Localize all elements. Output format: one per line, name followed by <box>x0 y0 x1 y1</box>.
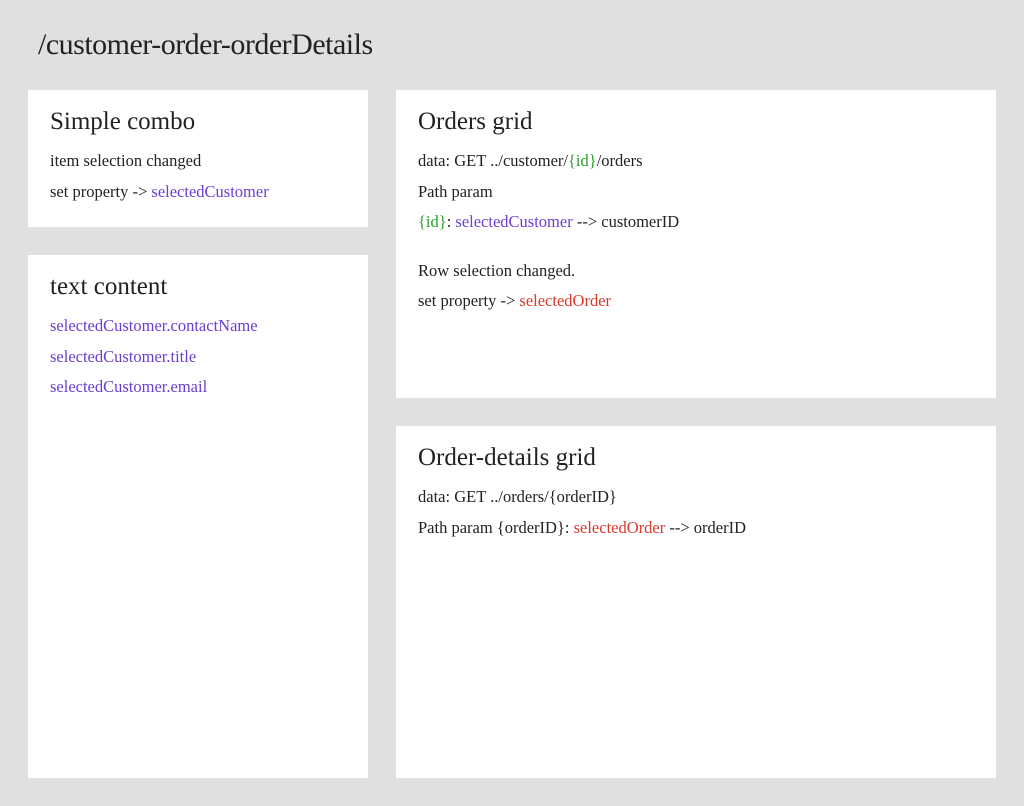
orders-grid-card: Orders grid data: GET ../customer/{id}/o… <box>396 90 996 398</box>
text-content-card: text content selectedCustomer.contactNam… <box>28 255 368 778</box>
orders-pp-id: {id} <box>418 212 447 231</box>
orders-path-param-label: Path param <box>418 177 974 208</box>
orders-path-param-line: {id}: selectedCustomer --> customerID <box>418 207 974 238</box>
details-pp-red: selectedOrder <box>574 518 666 537</box>
orders-rowsel-line: Row selection changed. <box>418 256 974 287</box>
simple-combo-heading: Simple combo <box>50 108 346 136</box>
simple-combo-line1: item selection changed <box>50 146 346 177</box>
order-details-grid-card: Order-details grid data: GET ../orders/{… <box>396 426 996 778</box>
simple-combo-line2-prefix: set property -> <box>50 182 151 201</box>
details-data-line: data: GET ../orders/{orderID} <box>418 482 974 513</box>
orders-grid-heading: Orders grid <box>418 108 974 136</box>
orders-id-token: {id} <box>568 151 597 170</box>
right-column: Orders grid data: GET ../customer/{id}/o… <box>396 90 996 778</box>
left-column: Simple combo item selection changed set … <box>28 90 368 778</box>
orders-setprop-prefix: set property -> <box>418 291 519 310</box>
orders-data-label: data: <box>418 151 454 170</box>
orders-data-suffix: /orders <box>597 151 643 170</box>
orders-pp-arrow: --> customerID <box>573 212 679 231</box>
selected-order-token: selectedOrder <box>519 291 611 310</box>
simple-combo-line2: set property -> selectedCustomer <box>50 177 346 208</box>
orders-setprop-line: set property -> selectedOrder <box>418 286 974 317</box>
diagram-grid: Simple combo item selection changed set … <box>28 90 996 778</box>
text-content-line-0: selectedCustomer.contactName <box>50 311 346 342</box>
order-details-heading: Order-details grid <box>418 444 974 472</box>
details-pp-prefix: Path param {orderID}: <box>418 518 574 537</box>
details-data-label: data: <box>418 487 454 506</box>
orders-pp-purple: selectedCustomer <box>455 212 572 231</box>
selected-customer-token: selectedCustomer <box>151 182 268 201</box>
details-pp-arrow: --> orderID <box>665 518 746 537</box>
page-title: /customer-order-orderDetails <box>38 28 996 62</box>
orders-data-line: data: GET ../customer/{id}/orders <box>418 146 974 177</box>
simple-combo-card: Simple combo item selection changed set … <box>28 90 368 227</box>
text-content-line-1: selectedCustomer.title <box>50 342 346 373</box>
text-content-line-2: selectedCustomer.email <box>50 372 346 403</box>
details-path-param-line: Path param {orderID}: selectedOrder --> … <box>418 513 974 544</box>
text-content-heading: text content <box>50 273 346 301</box>
orders-gap <box>418 238 974 256</box>
orders-data-prefix: GET ../customer/ <box>454 151 568 170</box>
details-data-method: GET ../orders/{orderID} <box>454 487 617 506</box>
